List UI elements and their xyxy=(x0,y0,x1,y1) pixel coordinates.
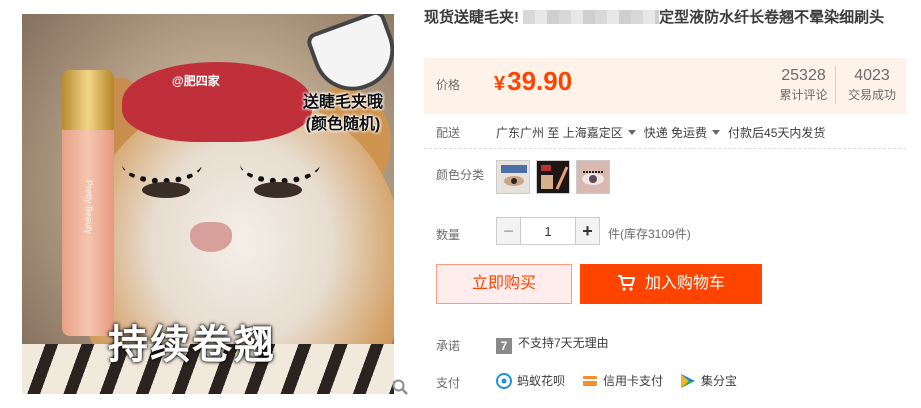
quantity-label: 数量 xyxy=(436,228,461,242)
gift-line-2: (颜色随机) xyxy=(305,116,381,133)
quantity-stepper: − + xyxy=(496,217,600,245)
review-count[interactable]: 25328 累计评论 xyxy=(772,66,836,104)
sales-count: 4023 交易成功 xyxy=(844,66,900,104)
color-swatch-3[interactable] xyxy=(576,160,610,194)
color-label: 颜色分类 xyxy=(436,168,485,182)
cat-eye-left xyxy=(142,182,190,198)
shipping-destination-label: 上海嘉定区 xyxy=(562,126,623,140)
image-caption: 持续卷翘 xyxy=(108,323,276,367)
price-amount: 39.90 xyxy=(507,66,573,96)
huabei-icon xyxy=(496,373,512,389)
no-return-badge-icon: 7 xyxy=(496,338,512,354)
sales-count-label: 交易成功 xyxy=(847,88,896,102)
shipping-content: 广东广州 至 上海嘉定区 快递 免运费 付款后45天内发货 xyxy=(496,124,825,141)
chevron-down-icon xyxy=(627,130,636,135)
magnifier-icon[interactable] xyxy=(391,378,409,396)
eyelash-curler xyxy=(304,14,394,102)
quantity-decrease-button[interactable]: − xyxy=(497,218,521,244)
price-value: ¥39.90 xyxy=(494,66,572,97)
eyelash-right xyxy=(240,144,320,184)
stock-info: 件(库存3109件) xyxy=(608,227,691,241)
price-label: 价格 xyxy=(436,78,461,92)
cat-eye-right xyxy=(254,182,302,198)
section-divider xyxy=(424,148,906,149)
jifenbao-icon xyxy=(681,374,695,388)
chevron-down-icon xyxy=(712,130,721,135)
eyelash-left xyxy=(122,144,202,184)
gift-line-1: 送睫毛夹哦 xyxy=(302,94,383,111)
product-main-image[interactable]: Pretty Beauty @肥四家 送睫毛夹哦 (颜色随机) 持续卷翘 xyxy=(22,14,394,394)
credit-card-icon xyxy=(583,376,597,386)
shopping-cart-icon xyxy=(617,275,635,291)
title-part-2: 定型液防水纤长卷翘不晕染细刷头 xyxy=(659,9,885,26)
gift-note: 送睫毛夹哦 (颜色随机) xyxy=(288,92,394,136)
price-panel: 价格 ¥39.90 25328 累计评论 4023 交易成功 xyxy=(424,58,906,114)
payment-huabei[interactable]: 蚂蚁花呗 xyxy=(496,372,565,389)
shipping-destination[interactable]: 上海嘉定区 xyxy=(563,126,644,140)
mascara-brand-text: Pretty Beauty xyxy=(84,180,94,235)
quantity-increase-button[interactable]: + xyxy=(575,218,599,244)
shipping-from: 广东广州 至 xyxy=(496,126,560,140)
payment-jifenbao-label: 集分宝 xyxy=(701,374,738,388)
buy-now-button[interactable]: 立即购买 xyxy=(436,264,572,304)
promise-content: 7 不支持7天无理由 xyxy=(496,334,609,354)
color-swatch-2[interactable] xyxy=(536,160,570,194)
payment-label: 支付 xyxy=(436,376,461,390)
sales-count-value: 4023 xyxy=(854,67,890,84)
promise-text[interactable]: 不支持7天无理由 xyxy=(518,336,609,350)
review-count-value: 25328 xyxy=(781,67,826,84)
quantity-input[interactable] xyxy=(522,218,574,244)
color-swatch-1[interactable] xyxy=(496,160,530,194)
payment-credit-card-label: 信用卡支付 xyxy=(603,374,664,388)
promise-label: 承诺 xyxy=(436,339,461,353)
image-watermark: @肥四家 xyxy=(172,74,220,88)
add-to-cart-label: 加入购物车 xyxy=(644,275,725,292)
shipping-row: 配送 广东广州 至 上海嘉定区 快递 免运费 付款后45天内发货 xyxy=(424,124,906,148)
currency-symbol: ¥ xyxy=(494,73,506,95)
shipping-note: 付款后45天内发货 xyxy=(728,126,826,140)
payment-jifenbao[interactable]: 集分宝 xyxy=(680,372,737,389)
shipping-method[interactable]: 快递 免运费 xyxy=(644,126,728,140)
blurred-text xyxy=(523,10,660,24)
cat-nose xyxy=(190,222,232,252)
product-title: 现货送睫毛夹! 定型液防水纤长卷翘不晕染细刷头 xyxy=(424,8,908,28)
payment-huabei-label: 蚂蚁花呗 xyxy=(517,374,566,388)
title-part-1: 现货送睫毛夹! xyxy=(424,9,519,26)
payment-credit-card[interactable]: 信用卡支付 xyxy=(582,372,663,389)
shipping-method-label: 快递 免运费 xyxy=(643,126,708,140)
product-gallery: Pretty Beauty @肥四家 送睫毛夹哦 (颜色随机) 持续卷翘 xyxy=(22,14,408,396)
mascara-cap xyxy=(62,70,114,130)
review-count-label: 累计评论 xyxy=(779,88,828,102)
shipping-label: 配送 xyxy=(436,126,461,140)
add-to-cart-button[interactable]: 加入购物车 xyxy=(580,264,762,304)
